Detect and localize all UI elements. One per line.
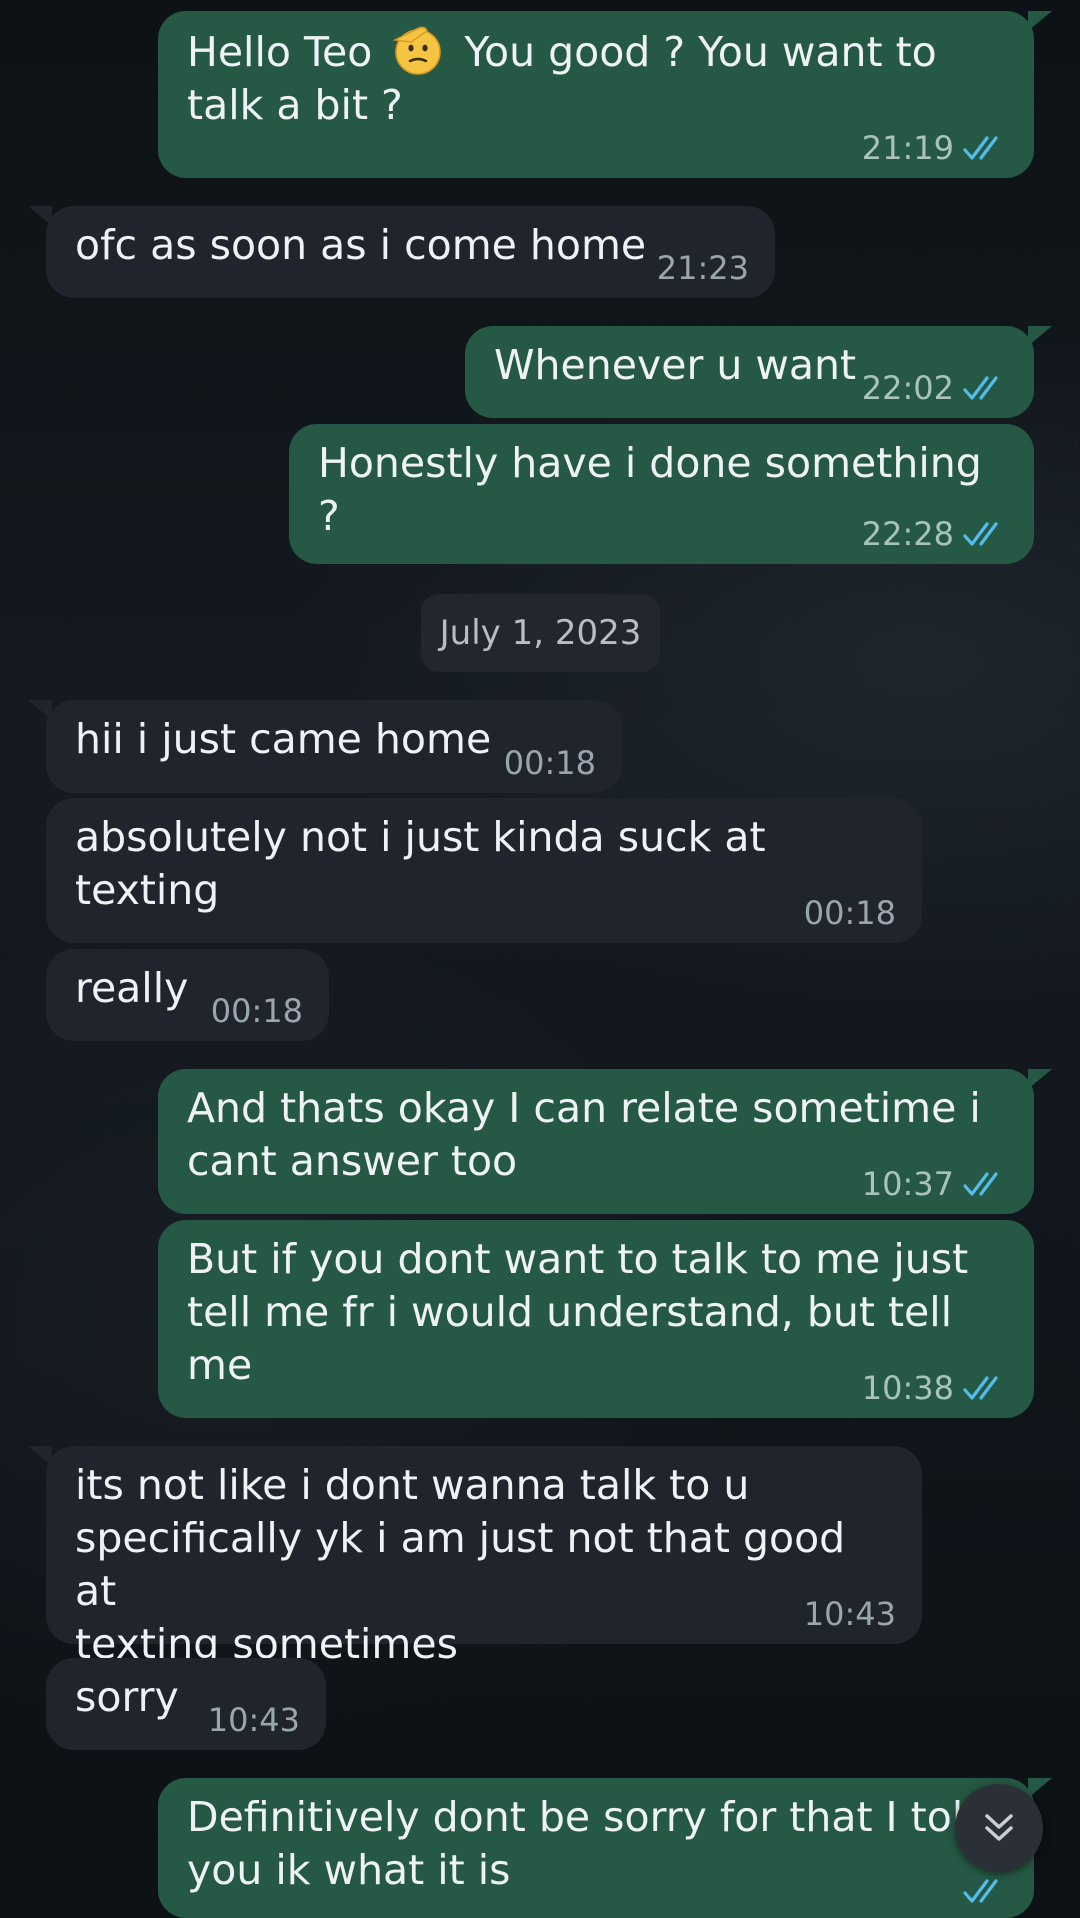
message-bubble-incoming[interactable]: absolutely not i just kinda suck at text… xyxy=(46,798,922,943)
message-meta: 10:43 xyxy=(804,1596,896,1632)
message-meta: 21:19 xyxy=(862,130,1008,166)
message-time: 22:02 xyxy=(861,369,954,407)
double-check-icon xyxy=(963,1879,998,1903)
message-text: its not like i dont wanna talk to u spec… xyxy=(75,1461,846,1668)
message-bubble-incoming[interactable]: hii i just came home 00:18 xyxy=(28,700,622,793)
message-bubble-incoming[interactable]: ofc as soon as i come home 21:23 xyxy=(28,206,775,298)
message-time: 00:18 xyxy=(803,894,896,932)
message-meta: 22:02 xyxy=(862,370,1008,406)
message-bubble-incoming[interactable]: sorry 10:43 xyxy=(46,1658,326,1750)
double-check-icon xyxy=(963,1376,998,1400)
message-meta: 21:23 xyxy=(657,250,749,286)
message-time: 10:37 xyxy=(861,1165,954,1203)
message-time: 21:19 xyxy=(861,129,954,167)
message-meta: 10:37 xyxy=(862,1166,1008,1202)
double-check-icon xyxy=(963,136,998,160)
message-time: 22:28 xyxy=(861,515,954,553)
message-meta: 10:38 xyxy=(862,1370,1008,1406)
double-check-icon xyxy=(963,1172,998,1196)
scroll-to-bottom-button[interactable] xyxy=(955,1784,1043,1872)
message-text: ofc as soon as i come home xyxy=(75,221,647,269)
message-time: 21:23 xyxy=(656,249,749,287)
message-meta xyxy=(954,1876,1008,1906)
double-check-icon xyxy=(963,376,998,400)
message-bubble-incoming[interactable]: its not like i dont wanna talk to u spec… xyxy=(28,1446,922,1668)
double-chevron-down-icon xyxy=(985,1814,1013,1841)
message-time: 10:38 xyxy=(861,1369,954,1407)
double-check-icon xyxy=(963,522,998,546)
message-time: 00:18 xyxy=(503,744,596,782)
message-text: Definitively dont be sorry for that I to… xyxy=(187,1793,964,1894)
chat-message-list: Hello Teo You good ? You want to talk a … xyxy=(0,0,1080,1918)
message-text: Hello Teo You good ? You want to talk a … xyxy=(187,24,1005,132)
date-separator: July 1, 2023 xyxy=(421,594,660,672)
message-time: 10:43 xyxy=(207,1701,300,1739)
message-bubble-outgoing[interactable]: But if you dont want to talk to me just … xyxy=(158,1220,1034,1418)
message-text: absolutely not i just kinda suck at text… xyxy=(75,813,766,914)
message-bubble-incoming[interactable]: really 00:18 xyxy=(46,949,329,1041)
message-bubble-outgoing[interactable]: Definitively dont be sorry for that I to… xyxy=(158,1778,1052,1918)
message-meta: 00:18 xyxy=(804,895,896,931)
message-bubble-outgoing[interactable]: And thats okay I can relate sometime i c… xyxy=(158,1069,1052,1214)
message-bubble-outgoing[interactable]: Whenever u want 22:02 xyxy=(465,326,1052,418)
message-meta: 00:18 xyxy=(211,993,303,1029)
message-bubble-outgoing[interactable]: Hello Teo You good ? You want to talk a … xyxy=(158,11,1052,178)
message-time: 00:18 xyxy=(210,992,303,1030)
message-meta: 00:18 xyxy=(504,745,596,781)
message-meta: 10:43 xyxy=(208,1702,300,1738)
message-time: 10:43 xyxy=(803,1595,896,1633)
saluting-face-emoji-icon xyxy=(392,26,442,75)
message-meta: 22:28 xyxy=(862,516,1008,552)
message-bubble-outgoing[interactable]: Honestly have i done something ? 22:28 xyxy=(289,424,1034,564)
